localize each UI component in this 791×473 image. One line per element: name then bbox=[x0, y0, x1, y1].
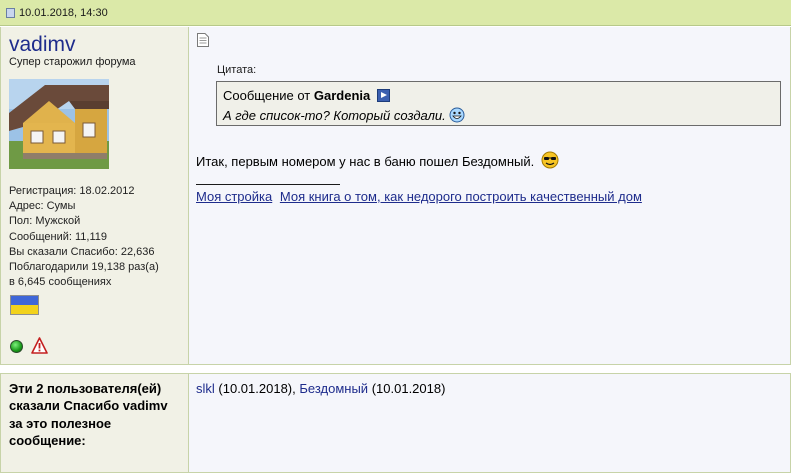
signature-link-my-book[interactable]: Моя книга о том, как недорого построить … bbox=[280, 189, 642, 204]
quote-prefix: Сообщение от bbox=[223, 88, 311, 103]
thanks-date: (10.01.2018), bbox=[218, 381, 296, 396]
thanks-user-link[interactable]: Бездомный bbox=[299, 381, 368, 396]
online-status-icon bbox=[10, 340, 23, 353]
post-header: 10.01.2018, 14:30 bbox=[0, 0, 791, 26]
cool-sunglasses-smiley-icon bbox=[541, 151, 559, 169]
message-text: Итак, первым номером у нас в баню пошел … bbox=[196, 154, 535, 169]
post-message: Итак, первым номером у нас в баню пошел … bbox=[196, 151, 559, 169]
signature-divider bbox=[196, 184, 340, 185]
stat-thanked-posts: в 6,645 сообщениях bbox=[9, 276, 112, 289]
stat-thanked-times: Поблагодарили 19,138 раз(а) bbox=[9, 261, 159, 274]
quote-author: Gardenia bbox=[313, 88, 371, 103]
stat-registration: Регистрация: 18.02.2012 bbox=[9, 185, 135, 197]
view-post-icon[interactable] bbox=[376, 89, 390, 102]
signature: Моя стройка Моя книга о том, как недорог… bbox=[196, 189, 646, 204]
user-stats: Регистрация: 18.02.2012 Адрес: Сумы Пол:… bbox=[9, 184, 159, 290]
thanks-list: slkl (10.01.2018), Бездомный (10.01.2018… bbox=[196, 381, 445, 396]
post-date: 10.01.2018, 14:30 bbox=[19, 7, 108, 19]
quote-box: Сообщение от Gardenia А где список-то? К… bbox=[216, 81, 781, 126]
quote-header: Сообщение от Gardenia bbox=[223, 88, 390, 103]
post-body: Цитата: Сообщение от Gardenia А где спис… bbox=[189, 27, 791, 364]
post-icon bbox=[6, 8, 15, 18]
signature-link-my-build[interactable]: Моя стройка bbox=[196, 189, 272, 204]
stat-posts: Сообщений: 11,119 bbox=[9, 230, 108, 243]
report-post-icon[interactable] bbox=[31, 337, 48, 354]
thanks-user-link[interactable]: slkl bbox=[196, 381, 215, 396]
avatar[interactable] bbox=[9, 79, 109, 169]
stat-address: Адрес: Сумы bbox=[9, 200, 76, 213]
stat-gender: Пол: Мужской bbox=[9, 215, 81, 228]
user-info-panel: vadimv Супер старожил форума Регистрация… bbox=[0, 27, 189, 364]
username-link[interactable]: vadimv bbox=[9, 33, 76, 57]
section-divider bbox=[0, 364, 791, 374]
document-icon bbox=[197, 33, 209, 47]
thanks-list-panel: slkl (10.01.2018), Бездомный (10.01.2018… bbox=[189, 374, 791, 473]
thanks-label-panel: Эти 2 пользователя(ей) сказали Спасибо v… bbox=[0, 374, 189, 473]
quote-label: Цитата: bbox=[217, 64, 257, 76]
quote-body: А где список-то? Который создали. bbox=[223, 108, 446, 123]
stat-thanks-given: Вы сказали Спасибо: 22,636 bbox=[9, 245, 155, 258]
laughing-smiley-icon bbox=[449, 107, 465, 123]
user-title: Супер старожил форума bbox=[9, 56, 136, 68]
quote-text: А где список-то? Который создали. bbox=[223, 107, 465, 123]
thanks-label: Эти 2 пользователя(ей) сказали Спасибо v… bbox=[9, 381, 168, 449]
ukraine-flag-icon bbox=[10, 295, 39, 315]
thanks-date: (10.01.2018) bbox=[371, 381, 446, 396]
